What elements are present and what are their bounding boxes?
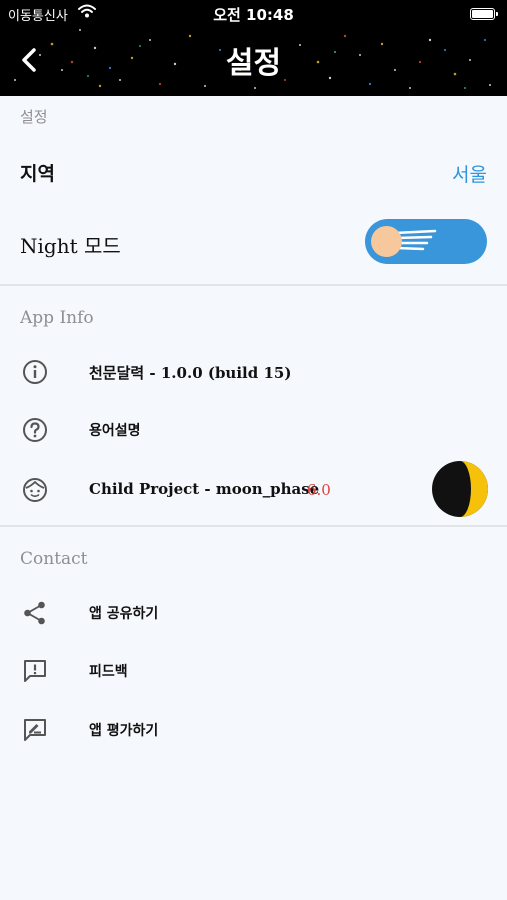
section-label-contact: Contact — [20, 549, 88, 569]
help-icon — [23, 418, 47, 442]
battery-icon — [470, 8, 498, 20]
night-mode-label: Night 모드 — [20, 234, 121, 258]
feedback-icon — [24, 660, 46, 682]
rate-text: 앱 평가하기 — [89, 723, 159, 739]
page-title: 설정 — [225, 46, 282, 81]
app-header: 이동통신사 오전 10:48 설정 — [0, 0, 507, 96]
status-bar: 이동통신사 오전 10:48 — [0, 4, 507, 24]
night-mode-toggle[interactable] — [365, 219, 487, 264]
version-badge: 6.0 — [307, 481, 331, 499]
glossary-text: 용어설명 — [89, 423, 141, 439]
section-label-app-info: App Info — [20, 308, 94, 328]
child-project-text: Child Project - moon_phase — [89, 480, 320, 498]
share-text: 앱 공유하기 — [89, 606, 159, 622]
toggle-knob — [371, 226, 402, 257]
face-icon — [23, 478, 47, 502]
share-icon — [24, 601, 45, 625]
moon-phase-icon — [432, 461, 488, 517]
section-label-settings: 설정 — [20, 108, 48, 126]
app-version-text: 천문달력 - 1.0.0 (build 15) — [89, 364, 292, 382]
region-label: 지역 — [20, 163, 55, 185]
feedback-text: 피드백 — [89, 664, 128, 680]
info-icon — [23, 360, 47, 384]
status-time: 오전 10:48 — [213, 6, 294, 24]
rate-review-icon — [24, 719, 46, 741]
section-divider — [0, 284, 507, 286]
region-value[interactable]: 서울 — [452, 160, 487, 187]
section-divider — [0, 525, 507, 527]
